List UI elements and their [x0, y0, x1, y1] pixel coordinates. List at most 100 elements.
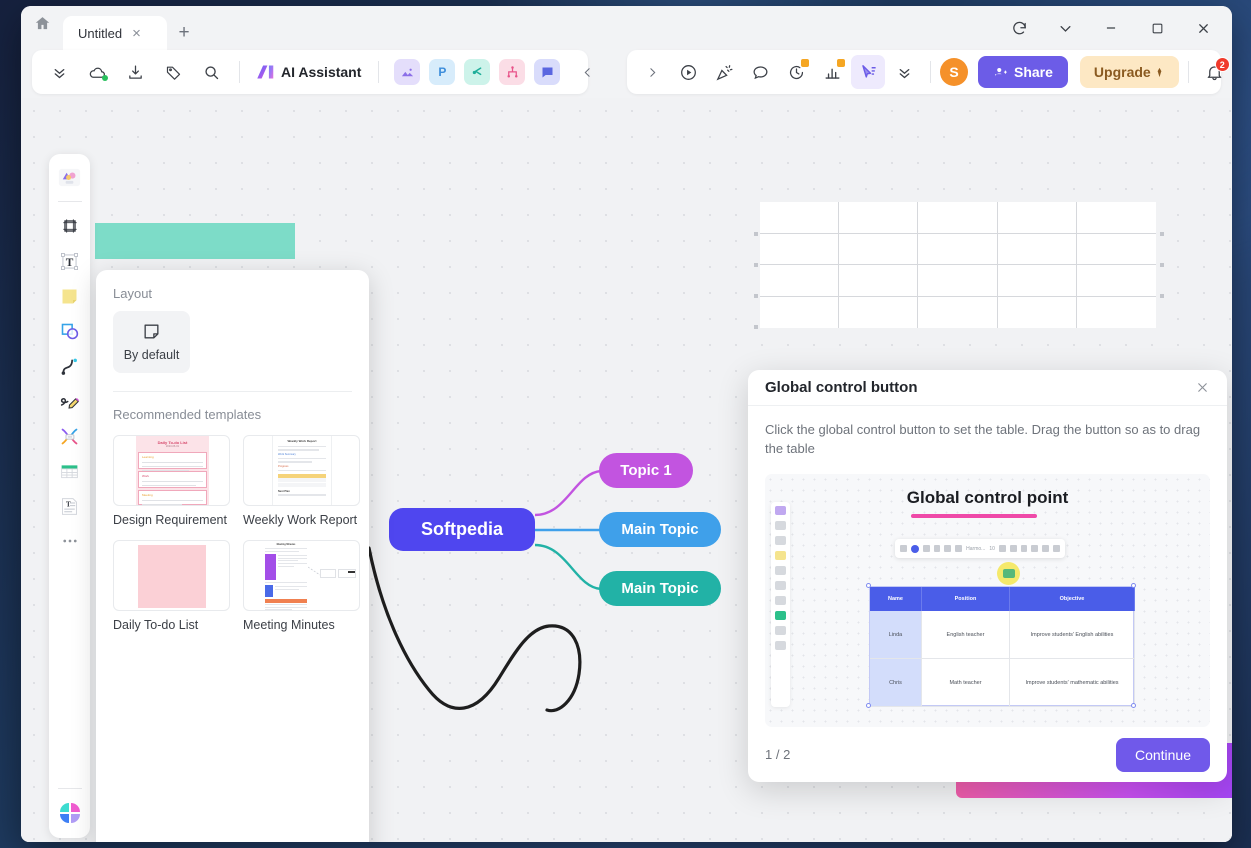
- window-controls: [996, 6, 1226, 50]
- mindmap-root-node[interactable]: Softpedia: [389, 508, 535, 551]
- mindmap-icon[interactable]: [464, 59, 491, 85]
- mindmap-branch-node-1[interactable]: Topic 1: [599, 453, 693, 488]
- illustration-underline: [911, 514, 1037, 519]
- dialog-header: Global control button: [748, 370, 1227, 407]
- canvas-teal-rectangle[interactable]: [95, 223, 295, 259]
- download-icon[interactable]: [118, 55, 152, 89]
- rail-item-sticky[interactable]: [54, 280, 86, 312]
- rail-item-frame[interactable]: [54, 210, 86, 242]
- share-label: Share: [1014, 64, 1053, 80]
- layout-default-icon: [144, 324, 159, 339]
- confetti-icon[interactable]: [707, 55, 741, 89]
- collapse-toolbar-icon[interactable]: [42, 55, 76, 89]
- right-toolbar-divider: [930, 61, 931, 83]
- tab-close-icon[interactable]: ×: [132, 26, 141, 41]
- desktop-background: Untitled × + AI Assistant P S Share Upgr…: [0, 0, 1251, 848]
- tab-label: Untitled: [78, 25, 123, 41]
- weekly-work-report-thumb[interactable]: Weekly Work Report Work Summary Progress: [243, 435, 360, 506]
- rail-item-color[interactable]: [54, 797, 86, 829]
- template-card-0[interactable]: Daily To-do List 2023-06-01 Learning Wor…: [113, 435, 230, 527]
- rail-item-connector[interactable]: [54, 350, 86, 382]
- chevron-right-icon[interactable]: [635, 55, 669, 89]
- ai-assistant-button[interactable]: AI Assistant: [251, 64, 367, 80]
- cursor-select-icon[interactable]: [851, 55, 885, 89]
- minimize-button[interactable]: [1088, 8, 1134, 48]
- rail-item-table[interactable]: [54, 455, 86, 487]
- close-button[interactable]: [1180, 8, 1226, 48]
- application-window: Untitled × + AI Assistant P S Share Upgr…: [21, 6, 1232, 842]
- design-requirement-thumb[interactable]: Daily To-do List 2023-06-01 Learning Wor…: [113, 435, 230, 506]
- bell-icon[interactable]: 2: [1198, 55, 1232, 89]
- illustration-table-cell-1-2: Improve students' mathematic abilities: [1010, 659, 1135, 708]
- illustration-title: Global control point: [906, 488, 1069, 508]
- canvas-empty-table[interactable]: [760, 202, 1156, 328]
- rail-item-more[interactable]: [54, 525, 86, 557]
- illustration-table-header-1: Position: [922, 587, 1010, 612]
- illustration-table-header-2: Objective: [1010, 587, 1135, 612]
- new-tab-button[interactable]: +: [167, 16, 201, 50]
- home-icon[interactable]: [21, 6, 63, 50]
- rail-item-mindmap[interactable]: [54, 420, 86, 452]
- comment-icon[interactable]: [534, 59, 561, 85]
- mindmap-branch-node-3[interactable]: Main Topic: [599, 571, 721, 606]
- template-label-0: Design Requirement: [113, 513, 227, 527]
- image-icon[interactable]: [394, 59, 421, 85]
- rail-item-text[interactable]: T: [54, 245, 86, 277]
- maximize-button[interactable]: [1134, 8, 1180, 48]
- speech-bubble-icon[interactable]: [743, 55, 777, 89]
- refresh-icon[interactable]: [996, 8, 1042, 48]
- layout-default-option[interactable]: By default: [113, 311, 190, 373]
- search-icon[interactable]: [194, 55, 228, 89]
- ai-assistant-label: AI Assistant: [281, 64, 362, 80]
- cloud-sync-icon[interactable]: [80, 55, 114, 89]
- templates-grid: Daily To-do List 2023-06-01 Learning Wor…: [113, 435, 360, 632]
- continue-button[interactable]: Continue: [1115, 737, 1210, 772]
- dialog-description: Click the global control button to set t…: [765, 422, 1201, 457]
- diamond-icon: [1157, 67, 1162, 77]
- toolbar-divider: [239, 61, 240, 83]
- right-toolbar: S Share Upgrade 2: [627, 50, 1230, 94]
- tree-chart-icon[interactable]: [499, 59, 526, 85]
- tag-icon[interactable]: [156, 55, 190, 89]
- svg-text:T: T: [66, 500, 71, 508]
- more-tools-icon[interactable]: [887, 55, 921, 89]
- rail-item-templates[interactable]: [54, 161, 86, 193]
- template-card-1[interactable]: Weekly Work Report Work Summary Progress: [243, 435, 360, 527]
- template-label-1: Weekly Work Report: [243, 513, 358, 527]
- chevron-left-icon[interactable]: [570, 55, 604, 89]
- dialog-title: Global control button: [765, 379, 918, 397]
- bar-chart-icon[interactable]: [815, 55, 849, 89]
- canvas-area[interactable]: Softpedia Topic 1 Main Topic Main Topic: [21, 98, 1232, 842]
- avatar[interactable]: S: [940, 58, 968, 86]
- presentation-icon[interactable]: P: [429, 59, 456, 85]
- toolbar-row: AI Assistant P S Share Upgrade 2: [21, 50, 1232, 98]
- upgrade-button[interactable]: Upgrade: [1079, 56, 1179, 88]
- timer-icon[interactable]: [779, 55, 813, 89]
- left-toolbar: AI Assistant P: [32, 50, 590, 94]
- dialog-body: Click the global control button to set t…: [748, 406, 1227, 728]
- title-bar: Untitled × +: [21, 6, 1232, 50]
- share-button[interactable]: Share: [978, 56, 1068, 88]
- dialog-footer: 1 / 2 Continue: [748, 727, 1227, 782]
- play-circle-icon[interactable]: [671, 55, 705, 89]
- mindmap-branch-node-2[interactable]: Main Topic: [599, 512, 721, 547]
- daily-todo-list-thumb[interactable]: [113, 540, 230, 611]
- table-handle-br: [1131, 703, 1136, 709]
- illustration-format-bar: Harmo... 10: [895, 539, 1065, 559]
- upgrade-label: Upgrade: [1093, 64, 1151, 80]
- meeting-minutes-thumb[interactable]: Meeting Minutes: [243, 540, 360, 611]
- rail-item-document[interactable]: T: [54, 490, 86, 522]
- toolbar-divider-2: [378, 61, 380, 83]
- format-bar-font: Harmo...: [966, 545, 986, 552]
- tab-untitled[interactable]: Untitled ×: [63, 16, 167, 50]
- rail-item-shapes[interactable]: [54, 315, 86, 347]
- illustration-mini-rail: [771, 502, 790, 708]
- tool-rail: T T: [49, 154, 90, 838]
- window-menu-chevron-icon[interactable]: [1042, 8, 1088, 48]
- template-card-3[interactable]: Meeting Minutes Meeting Minutes: [243, 540, 360, 632]
- table-handle-tr: [1131, 583, 1136, 589]
- rail-item-pen[interactable]: [54, 385, 86, 417]
- template-card-2[interactable]: Daily To-do List: [113, 540, 230, 632]
- close-icon[interactable]: [1195, 380, 1210, 395]
- template-label-3: Meeting Minutes: [243, 618, 335, 632]
